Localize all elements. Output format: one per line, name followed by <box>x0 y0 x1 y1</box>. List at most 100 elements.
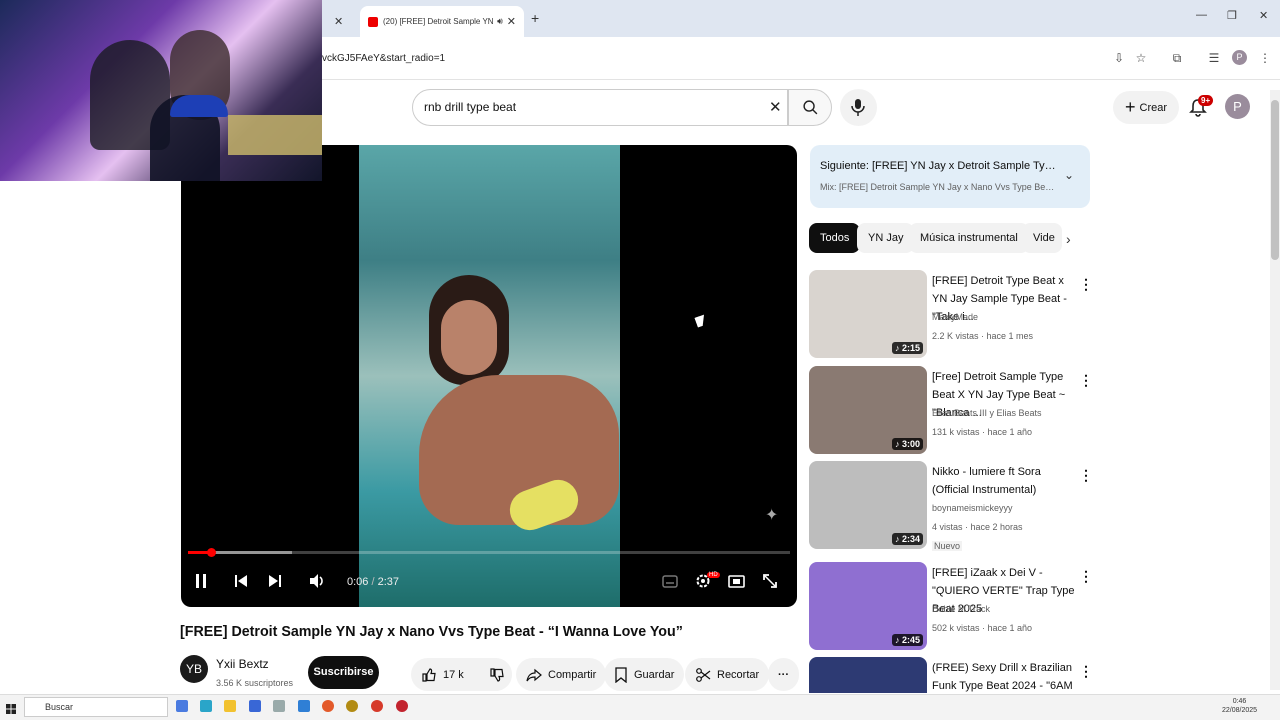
chip-yn-jay[interactable]: YN Jay <box>857 223 915 253</box>
windows-start-icon[interactable] <box>6 701 16 714</box>
recommendation-item[interactable]: ♪ 2:45 [FREE] iZaak x Dei V - "QUIERO VER… <box>809 562 1099 650</box>
create-label: Crear <box>1139 101 1168 114</box>
new-tab-icon[interactable]: + <box>531 10 539 26</box>
maximize-icon[interactable]: ❐ <box>1227 9 1237 22</box>
dislike-button[interactable] <box>482 658 512 691</box>
tab-close-icon[interactable]: ✕ <box>507 15 516 28</box>
taskbar-folder-icon[interactable] <box>224 700 236 712</box>
tab-title: (20) [FREE] Detroit Sample YN Jay x Na <box>383 17 494 26</box>
taskbar-chrome-icon[interactable] <box>322 700 334 712</box>
subscribe-button[interactable]: Suscribirse <box>308 656 379 689</box>
volume-button[interactable] <box>308 572 326 595</box>
theater-mode-button[interactable] <box>728 572 745 595</box>
more-options-icon[interactable]: ⋮ <box>1079 276 1093 293</box>
up-next-panel[interactable] <box>810 145 1090 208</box>
video-frame <box>359 145 620 607</box>
previous-icon <box>235 575 247 587</box>
media-control-icon[interactable]: ☰ <box>1207 51 1221 65</box>
video-thumbnail[interactable]: ♪ 3:00 <box>809 366 927 454</box>
pause-button[interactable] <box>194 572 208 595</box>
notifications-badge: 9+ <box>1198 95 1214 106</box>
taskbar-app-icon[interactable] <box>346 700 358 712</box>
recommendation-channel[interactable]: boynameismickeyyy <box>932 503 1013 513</box>
bookmark-star-icon[interactable]: ☆ <box>1134 51 1148 65</box>
voice-search-button[interactable] <box>840 89 877 126</box>
up-next-subtitle: Mix: [FREE] Detroit Sample YN Jay x Nano… <box>820 182 1056 192</box>
next-button[interactable] <box>267 572 283 595</box>
create-button[interactable]: + Crear <box>1113 91 1179 124</box>
channel-avatar[interactable]: YB <box>180 655 208 683</box>
chip-instrumental[interactable]: Música instrumental <box>909 223 1029 253</box>
scrollbar-thumb[interactable] <box>1271 100 1279 260</box>
progress-scrubber[interactable] <box>206 548 216 557</box>
video-player[interactable]: ✦ <box>181 145 797 607</box>
fullscreen-button[interactable] <box>762 572 778 595</box>
taskbar-app-icon[interactable] <box>176 700 188 712</box>
duration-badge: ♪ 2:34 <box>891 533 923 545</box>
audio-icon[interactable]: 🔊︎ <box>497 16 503 27</box>
recommendation-item[interactable]: ♪ 3:00 [Free] Detroit Sample Type Beat X … <box>809 366 1099 454</box>
taskbar-app-icon[interactable] <box>396 700 408 712</box>
clip-button[interactable]: Recortar <box>685 658 770 691</box>
more-options-icon[interactable]: ⋮ <box>1079 663 1093 680</box>
recommendation-meta: 4 vistas · hace 2 horas <box>932 522 1023 532</box>
taskbar-vscode-icon[interactable] <box>298 700 310 712</box>
recommendation-channel[interactable]: Doble M Track <box>932 604 990 614</box>
extensions-icon[interactable]: ⧉ <box>1170 51 1184 65</box>
recommendation-channel[interactable]: MaxiyMade <box>932 312 978 322</box>
recommendation-item[interactable]: ♪ 2:15 [FREE] Detroit Type Beat x YN Jay … <box>809 270 1099 358</box>
tab-inactive[interactable]: ✕ <box>322 6 358 37</box>
minimize-icon[interactable]: — <box>1196 9 1207 21</box>
taskbar-chrome-icon[interactable] <box>371 700 383 712</box>
chrome-menu-icon[interactable]: ⋮ <box>1258 51 1272 65</box>
microphone-icon <box>851 99 865 116</box>
account-avatar[interactable]: P <box>1225 94 1250 119</box>
recommendation-channel[interactable]: Elias Beats III y Elias Beats <box>932 408 1042 418</box>
up-next-title: Siguiente: [FREE] YN Jay x Detroit Sampl… <box>820 160 1056 172</box>
subtitles-button[interactable] <box>662 572 678 595</box>
thumbs-down-icon <box>490 667 504 682</box>
thumbs-up-icon <box>422 667 436 682</box>
recommendation-meta: 131 k vistas · hace 1 año <box>932 427 1033 437</box>
save-button[interactable]: Guardar <box>604 658 685 691</box>
channel-name[interactable]: Yxii Bextz <box>216 657 269 671</box>
chip-videos[interactable]: Vide <box>1022 223 1062 253</box>
more-options-icon[interactable]: ⋮ <box>1079 372 1093 389</box>
taskbar-search[interactable]: Buscar <box>24 697 168 717</box>
taskbar-store-icon[interactable] <box>249 700 261 712</box>
chevron-down-icon[interactable]: ⌄ <box>1064 168 1074 182</box>
chip-all[interactable]: Todos <box>809 223 861 253</box>
clear-search-icon[interactable]: ✕ <box>769 98 782 116</box>
search-input[interactable]: rnb drill type beat <box>424 100 516 114</box>
search-button[interactable] <box>788 89 832 126</box>
youtube-favicon-icon <box>368 16 378 27</box>
next-icon <box>269 575 281 587</box>
theater-icon <box>728 575 745 588</box>
browser-profile-avatar[interactable]: P <box>1232 50 1247 65</box>
more-icon: ··· <box>778 668 789 681</box>
more-options-icon[interactable]: ⋮ <box>1079 467 1093 484</box>
previous-button[interactable] <box>233 572 249 595</box>
tab-close-icon[interactable]: ✕ <box>334 15 343 28</box>
taskbar-app-icon[interactable] <box>273 700 285 712</box>
video-thumbnail[interactable] <box>809 657 927 693</box>
chevron-right-icon[interactable]: › <box>1066 231 1071 247</box>
video-thumbnail[interactable]: ♪ 2:15 <box>809 270 927 358</box>
save-label: Guardar <box>634 668 675 681</box>
recommendation-title[interactable]: Nikko - lumiere ft Sora (Official Instru… <box>932 463 1078 499</box>
url-text[interactable]: vckGJ5FAeY&start_radio=1 <box>322 53 445 64</box>
install-icon[interactable]: ⇩ <box>1112 51 1126 65</box>
video-thumbnail[interactable]: ♪ 2:45 <box>809 562 927 650</box>
more-actions-button[interactable]: ··· <box>768 658 799 691</box>
video-figure <box>441 300 497 375</box>
search-icon <box>803 100 818 115</box>
more-options-icon[interactable]: ⋮ <box>1079 568 1093 585</box>
recommendation-item[interactable]: ♪ 2:34 Nikko - lumiere ft Sora (Official … <box>809 461 1099 551</box>
share-button[interactable]: Compartir <box>516 658 607 691</box>
recommendation-item[interactable]: (FREE) Sexy Drill x Brazilian Funk Type … <box>809 657 1099 693</box>
tab-active[interactable]: (20) [FREE] Detroit Sample YN Jay x Na 🔊… <box>360 6 524 37</box>
close-window-icon[interactable]: ✕ <box>1259 9 1268 22</box>
recommendation-title[interactable]: (FREE) Sexy Drill x Brazilian Funk Type … <box>932 659 1078 693</box>
video-thumbnail[interactable]: ♪ 2:34 <box>809 461 927 549</box>
taskbar-edge-icon[interactable] <box>200 700 212 712</box>
